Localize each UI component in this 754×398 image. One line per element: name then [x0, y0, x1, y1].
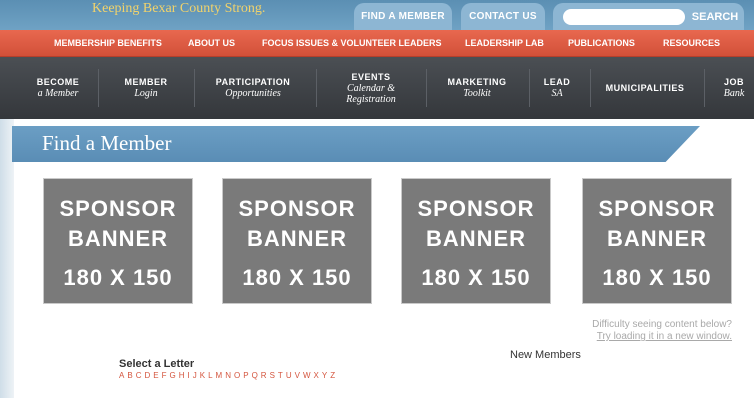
- letter-link[interactable]: L: [208, 371, 212, 380]
- nav-marketing[interactable]: MARKETING Toolkit: [438, 57, 516, 119]
- letter-link[interactable]: O: [234, 371, 240, 380]
- letter-index: ABCDEFGHIJKLMNOPQRSTUVWXYZ: [119, 371, 338, 380]
- sponsor-size: 180 X 150: [602, 265, 712, 290]
- search-box: SEARCH: [553, 3, 744, 30]
- sponsor-banner[interactable]: SPONSOR BANNER 180 X 150: [43, 178, 193, 304]
- sponsor-text: SPONSOR: [598, 196, 716, 221]
- letter-link[interactable]: G: [169, 371, 175, 380]
- letter-link[interactable]: B: [127, 371, 132, 380]
- nav-sublabel: Toolkit: [463, 88, 491, 99]
- nav-sublabel: Calendar &: [346, 82, 396, 94]
- help-hint: Difficulty seeing content below? Try loa…: [592, 319, 732, 343]
- letter-link[interactable]: X: [314, 371, 319, 380]
- letter-link[interactable]: A: [119, 371, 124, 380]
- divider: [194, 69, 195, 107]
- letter-link[interactable]: P: [243, 371, 248, 380]
- sponsor-banner[interactable]: SPONSOR BANNER 180 X 150: [222, 178, 372, 304]
- search-button[interactable]: SEARCH: [689, 7, 741, 27]
- new-members-link[interactable]: New Members: [510, 349, 581, 361]
- search-input[interactable]: [563, 9, 685, 25]
- divider: [316, 69, 317, 107]
- letter-link[interactable]: M: [216, 371, 223, 380]
- nav-lead-sa[interactable]: LEAD SA: [536, 57, 578, 119]
- nav-label: MARKETING: [447, 77, 507, 87]
- letter-link[interactable]: Y: [322, 371, 327, 380]
- divider: [98, 69, 99, 107]
- menu-focus-issues[interactable]: FOCUS ISSUES & VOLUNTEER LEADERS: [262, 30, 442, 57]
- nav-sublabel-2: Registration: [346, 93, 396, 105]
- nav-become-member[interactable]: BECOME a Member: [26, 57, 90, 119]
- left-edge: [0, 119, 14, 398]
- divider: [704, 69, 705, 107]
- sponsor-text: SPONSOR: [59, 196, 177, 221]
- nav-sublabel: Login: [134, 88, 158, 99]
- nav-job-bank[interactable]: JOB Bank: [714, 57, 754, 119]
- sponsor-text: BANNER: [606, 226, 708, 251]
- menu-leadership-lab[interactable]: LEADERSHIP LAB: [465, 30, 544, 57]
- nav-label: PARTICIPATION: [215, 77, 291, 87]
- hint-text: Difficulty seeing content below?: [592, 319, 732, 330]
- letter-link[interactable]: Q: [252, 371, 258, 380]
- sponsor-text: SPONSOR: [417, 196, 535, 221]
- divider: [529, 69, 530, 107]
- select-letter-label: Select a Letter: [119, 358, 195, 370]
- letter-link[interactable]: U: [286, 371, 292, 380]
- nav-label: MUNICIPALITIES: [605, 82, 685, 93]
- menu-membership-benefits[interactable]: MEMBERSHIP BENEFITS: [54, 30, 162, 57]
- letter-link[interactable]: I: [188, 371, 190, 380]
- menu-about-us[interactable]: ABOUT US: [188, 30, 235, 57]
- main-menu: MEMBERSHIP BENEFITS ABOUT US FOCUS ISSUE…: [0, 30, 754, 57]
- letter-link[interactable]: D: [144, 371, 150, 380]
- letter-link[interactable]: N: [225, 371, 231, 380]
- letter-link[interactable]: R: [261, 371, 267, 380]
- letter-link[interactable]: E: [153, 371, 158, 380]
- nav-label: LEAD: [543, 77, 571, 87]
- nav-participation[interactable]: PARTICIPATION Opportunities: [206, 57, 300, 119]
- contact-us-button[interactable]: CONTACT US: [461, 3, 545, 30]
- nav-sublabel: Bank: [723, 88, 745, 99]
- sponsor-banner[interactable]: SPONSOR BANNER 180 X 150: [401, 178, 551, 304]
- sponsor-size: 180 X 150: [421, 265, 531, 290]
- nav-sublabel: a Member: [37, 88, 79, 99]
- sponsor-banner[interactable]: SPONSOR BANNER 180 X 150: [582, 178, 732, 304]
- letter-link[interactable]: H: [179, 371, 185, 380]
- nav-member-login[interactable]: MEMBER Login: [110, 57, 182, 119]
- nav-municipalities[interactable]: MUNICIPALITIES: [598, 57, 692, 119]
- secondary-nav: BECOME a Member MEMBER Login PARTICIPATI…: [0, 57, 754, 119]
- sponsor-size: 180 X 150: [242, 265, 352, 290]
- menu-publications[interactable]: PUBLICATIONS: [568, 30, 635, 57]
- letter-link[interactable]: K: [200, 371, 205, 380]
- nav-events[interactable]: EVENTS Calendar & Registration: [330, 57, 412, 119]
- sponsor-text: BANNER: [67, 226, 169, 251]
- letter-link[interactable]: T: [278, 371, 283, 380]
- sponsor-size: 180 X 150: [63, 265, 173, 290]
- site-tagline: Keeping Bexar County Strong.: [92, 1, 266, 16]
- nav-label: JOB: [723, 77, 744, 87]
- sponsor-text: BANNER: [425, 226, 527, 251]
- nav-sublabel: SA: [551, 88, 563, 99]
- letter-link[interactable]: F: [162, 371, 167, 380]
- sponsor-text: SPONSOR: [238, 196, 356, 221]
- nav-label: MEMBER: [124, 77, 168, 87]
- menu-resources[interactable]: RESOURCES: [663, 30, 720, 57]
- find-member-button[interactable]: FIND A MEMBER: [354, 3, 452, 30]
- letter-link[interactable]: J: [193, 371, 197, 380]
- new-window-link[interactable]: Try loading it in a new window.: [597, 331, 732, 342]
- page-title: Find a Member: [42, 131, 172, 155]
- sponsor-text: BANNER: [246, 226, 348, 251]
- letter-link[interactable]: W: [303, 371, 311, 380]
- nav-label: EVENTS: [351, 71, 391, 82]
- nav-sublabel: Opportunities: [225, 88, 281, 99]
- nav-label: BECOME: [36, 77, 80, 87]
- divider: [590, 69, 591, 107]
- letter-link[interactable]: Z: [330, 371, 335, 380]
- letter-link[interactable]: V: [295, 371, 300, 380]
- divider: [426, 69, 427, 107]
- letter-link[interactable]: S: [270, 371, 275, 380]
- letter-link[interactable]: C: [136, 371, 142, 380]
